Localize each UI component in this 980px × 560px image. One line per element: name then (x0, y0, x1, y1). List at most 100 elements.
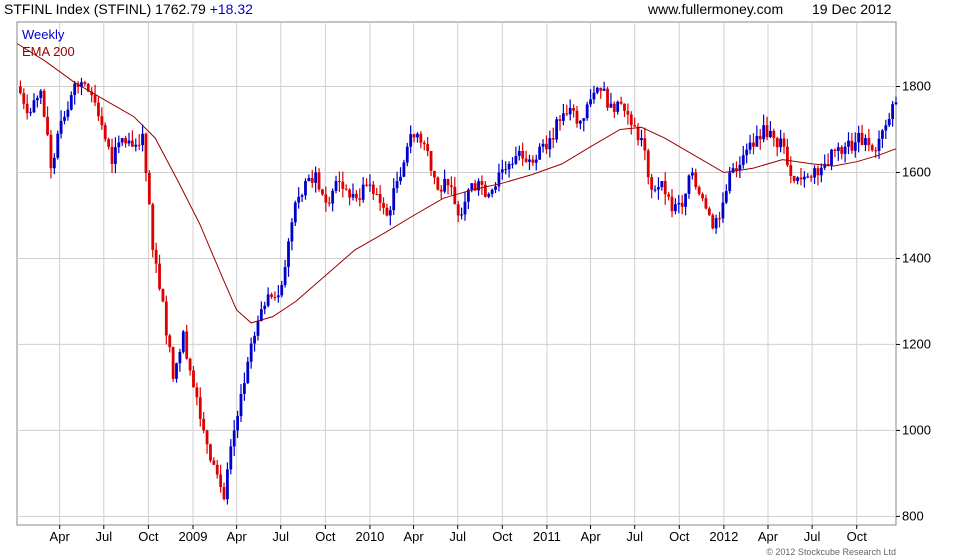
price-bar (188, 358, 192, 371)
price-bar (609, 103, 613, 108)
price-bar (514, 155, 518, 164)
price-bar (806, 176, 810, 178)
x-tick-label: Jul (804, 529, 821, 544)
price-bar (198, 397, 202, 419)
price-bar (769, 130, 772, 138)
price-bar (487, 193, 491, 197)
price-bar (585, 104, 589, 119)
price-bar (819, 167, 823, 176)
price-bar (412, 134, 416, 138)
price-bar (589, 99, 592, 105)
price-bar (300, 195, 304, 197)
price-bar (141, 133, 144, 146)
price-bar (494, 186, 497, 190)
price-bar (748, 142, 752, 150)
price-bar (667, 194, 671, 197)
price-bar (253, 335, 256, 344)
price-bar (348, 189, 351, 198)
price-bar (521, 150, 525, 159)
price-bar (582, 118, 586, 121)
price-bar (836, 147, 840, 151)
price-bar (22, 93, 26, 104)
price-bar (147, 173, 151, 205)
price-bar (192, 370, 195, 388)
price-bar (562, 113, 565, 121)
price-bar (507, 163, 511, 170)
price-bar (195, 387, 199, 398)
x-tick-label: Oct (669, 529, 690, 544)
price-bar (249, 343, 253, 362)
price-bar (120, 138, 124, 143)
price-bar (107, 139, 111, 147)
price-bar (575, 110, 579, 124)
price-bar (287, 241, 290, 268)
price-bar (297, 196, 301, 203)
price-bar (209, 444, 212, 461)
price-bar (517, 150, 521, 156)
y-tick-label: 1400 (902, 250, 931, 265)
price-bar (616, 101, 620, 112)
price-bar (273, 296, 277, 298)
price-bar (456, 204, 460, 216)
price-bar (327, 202, 331, 204)
price-bar (361, 184, 365, 200)
price-bar (205, 430, 209, 445)
price-bar (653, 189, 657, 191)
x-tick-label: 2012 (709, 529, 738, 544)
price-bar (619, 101, 623, 104)
price-bar (215, 464, 219, 475)
x-tick-label: Jul (626, 529, 643, 544)
price-bar (813, 168, 816, 178)
price-bar (524, 158, 528, 162)
price-bar (226, 469, 229, 500)
price-bar (178, 351, 182, 364)
price-bar (758, 135, 762, 140)
price-bar (697, 187, 701, 195)
price-bar (568, 107, 572, 115)
y-tick-label: 1600 (902, 164, 931, 179)
price-bar (745, 149, 749, 156)
x-tick-label: Oct (138, 529, 159, 544)
price-bar (857, 132, 861, 143)
price-bar (130, 140, 134, 147)
price-bar (97, 102, 100, 117)
price-bar (310, 178, 314, 183)
price-bar (534, 159, 538, 163)
price-bar (321, 189, 324, 195)
price-bar (633, 125, 637, 127)
price-bar (490, 189, 494, 194)
price-bar (545, 143, 548, 150)
price-bar (137, 144, 141, 146)
price-bar (657, 187, 660, 190)
price-bar (358, 198, 362, 200)
price-bar (164, 301, 168, 336)
price-bar (49, 134, 53, 169)
price-bar (59, 120, 63, 134)
price-bar (144, 133, 148, 174)
price-bar (796, 177, 799, 182)
price-bar (765, 125, 769, 138)
price-bar (69, 95, 73, 110)
price-bar (392, 188, 396, 211)
price-bar (850, 140, 854, 151)
price-bar (687, 175, 691, 194)
y-tick-label: 800 (902, 508, 924, 523)
price-bar (110, 146, 114, 164)
price-bar (578, 120, 582, 124)
price-bar (419, 133, 423, 143)
price-bar (246, 361, 250, 384)
price-bar (694, 172, 698, 188)
price-bar (35, 97, 39, 101)
price-bar (450, 185, 453, 187)
price-bar (864, 138, 867, 145)
price-bar (894, 102, 898, 105)
x-tick-label: Apr (580, 529, 601, 544)
price-bar (606, 88, 609, 108)
price-bar (158, 263, 161, 289)
price-bar (599, 87, 603, 91)
price-bar (680, 202, 684, 207)
price-bar (32, 100, 36, 113)
price-chart: 80010001200140016001800 Apr Jul Oct 2009 Apr… (16, 21, 931, 557)
price-bar (870, 145, 874, 151)
price-bar (629, 114, 633, 126)
